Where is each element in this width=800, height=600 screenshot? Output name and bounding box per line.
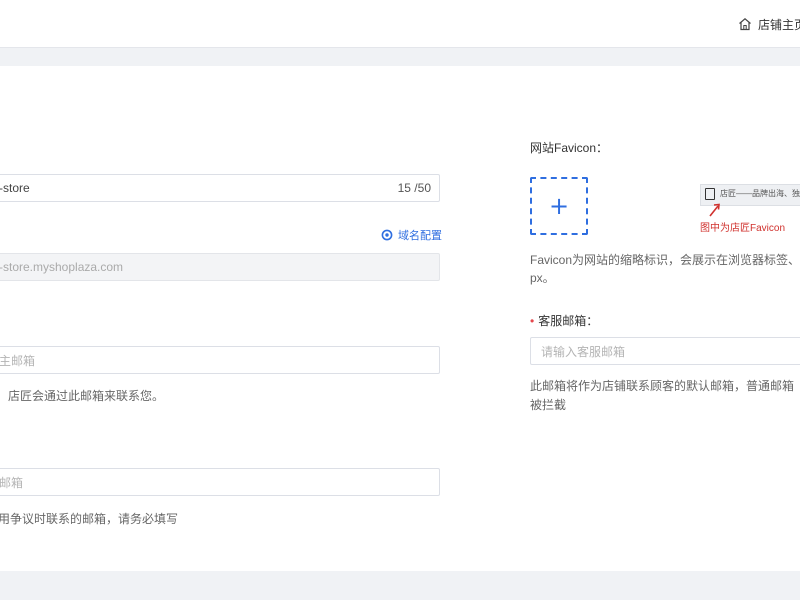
gear-icon bbox=[381, 229, 393, 241]
required-mark: • bbox=[530, 314, 535, 328]
service-email-input[interactable]: 请输入客服邮箱 bbox=[530, 337, 800, 365]
preview-caption: 图中为店匠Favicon bbox=[700, 223, 786, 234]
preview-favicon-icon bbox=[705, 188, 715, 200]
domain-config-link[interactable]: 域名配置 bbox=[381, 227, 442, 243]
owner-email-help: ，店匠会通过此邮箱来联系您。 bbox=[0, 389, 165, 403]
domain-config-label: 域名配置 bbox=[398, 230, 442, 242]
favicon-label: 网站Favicon： bbox=[530, 141, 609, 155]
favicon-help-line1: Favicon为网站的缩略标识，会展示在浏览器标签、 bbox=[530, 253, 800, 267]
service-email-placeholder: 请输入客服邮箱 bbox=[541, 344, 626, 359]
service-email-help-line1: 此邮箱将作为店铺联系顾客的默认邮箱，普通邮箱 bbox=[530, 379, 795, 393]
dispute-email-help: 用争议时联系的邮箱，请务必填写 bbox=[0, 512, 179, 526]
favicon-upload-button[interactable]: + bbox=[530, 177, 588, 235]
shop-home-link[interactable]: 店铺主页 bbox=[738, 15, 800, 33]
domain-input: -store.myshoplaza.com bbox=[0, 253, 440, 281]
settings-card: -store 15 /50 域名配置 -store.myshoplaza.com… bbox=[0, 66, 800, 571]
service-email-label: • 客服邮箱： bbox=[530, 312, 598, 329]
store-name-value: -store bbox=[0, 181, 30, 195]
preview-tab-text: 店匠——品牌出海、独 bbox=[720, 189, 800, 198]
owner-email-placeholder: 主邮箱 bbox=[0, 353, 36, 368]
store-name-input[interactable]: -store 15 /50 bbox=[0, 174, 440, 202]
favicon-help-line2: px。 bbox=[530, 271, 555, 285]
plus-icon: + bbox=[548, 192, 570, 220]
service-email-help-line2: 被拦截 bbox=[530, 398, 567, 412]
home-icon bbox=[739, 18, 751, 31]
top-bar: 店铺主页 bbox=[0, 0, 800, 48]
domain-value: -store.myshoplaza.com bbox=[0, 260, 124, 274]
service-email-label-text: 客服邮箱： bbox=[538, 314, 599, 328]
favicon-preview: 店匠——品牌出海、独 图中为店匠Favicon bbox=[700, 184, 800, 234]
owner-email-input[interactable]: 主邮箱 bbox=[0, 346, 440, 374]
dispute-email-placeholder: 邮箱 bbox=[0, 475, 24, 490]
arrow-icon bbox=[709, 203, 720, 217]
shop-home-label: 店铺主页 bbox=[758, 17, 800, 32]
dispute-email-input[interactable]: 邮箱 bbox=[0, 468, 440, 496]
page-background-strip bbox=[0, 571, 800, 600]
store-name-counter: 15 /50 bbox=[397, 181, 431, 195]
